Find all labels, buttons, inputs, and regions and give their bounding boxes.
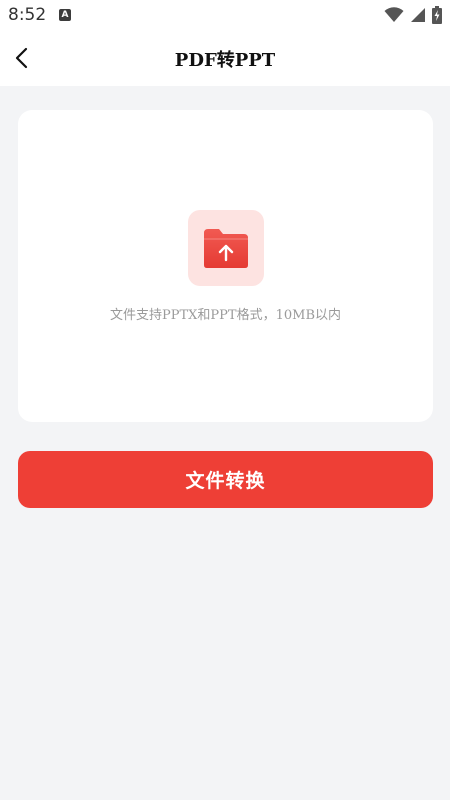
upload-hint: 文件支持PPTX和PPT格式，10MB以内 [110, 308, 341, 323]
cellular-signal-icon [410, 7, 426, 27]
page-title: PDF转PPT [174, 50, 276, 71]
upload-icon-box [188, 210, 264, 286]
a-letter-icon: A [59, 9, 71, 21]
screen: 8:52 A PDF转PPT 文件支持PPTX和PPT格式，10MB以内 文件转… [0, 0, 450, 800]
battery-charging-icon [432, 6, 442, 28]
upload-area[interactable]: 文件支持PPTX和PPT格式，10MB以内 [18, 110, 433, 422]
status-icons [384, 6, 442, 28]
nav-bar: PDF转PPT [0, 32, 450, 86]
wifi-icon [384, 7, 404, 27]
folder-upload-icon [204, 229, 248, 268]
status-bar: 8:52 A [0, 0, 450, 32]
convert-button[interactable]: 文件转换 [18, 451, 433, 508]
status-time: 8:52 [8, 5, 47, 25]
